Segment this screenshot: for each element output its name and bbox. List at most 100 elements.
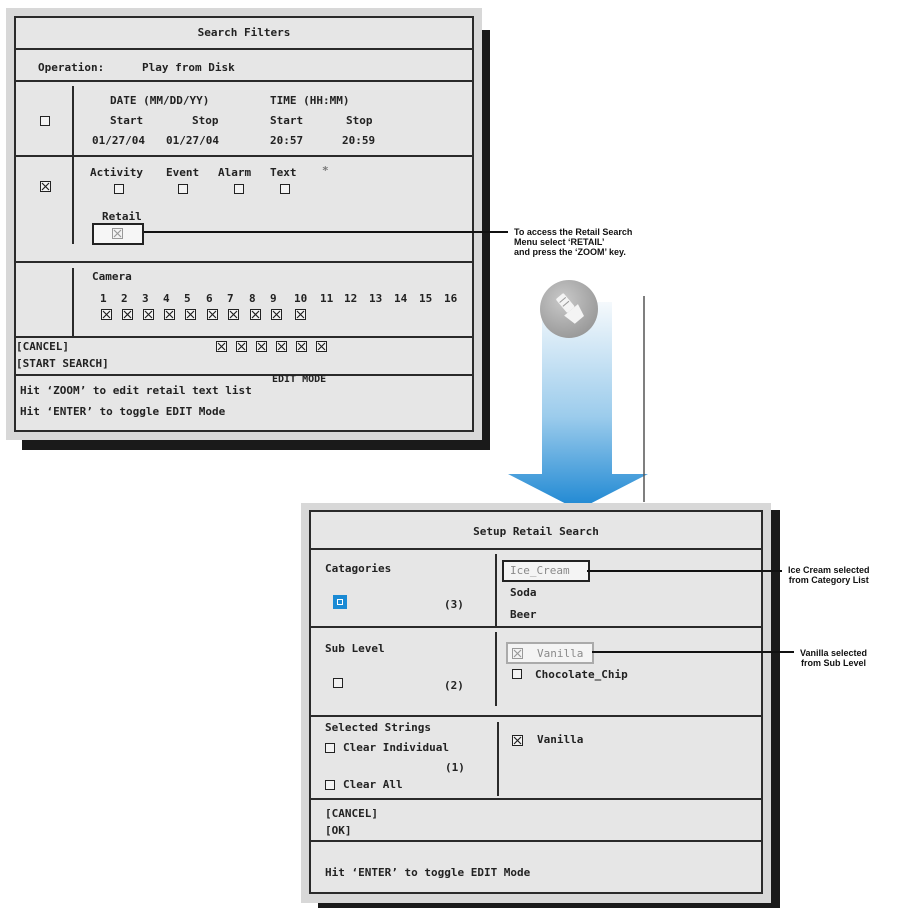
time-start-label: Start: [270, 114, 304, 127]
edit-mode-indicator: EDIT MODE: [272, 374, 327, 385]
camera-number: 4: [163, 292, 170, 305]
hint-enter: Hit ‘ENTER’ to toggle EDIT Mode: [325, 866, 531, 879]
categories-count: (3): [444, 598, 464, 611]
camera-checkbox[interactable]: [207, 309, 218, 320]
hint-zoom: Hit ‘ZOOM’ to edit retail text list: [20, 384, 252, 397]
camera-number: 15: [419, 292, 433, 305]
sublevel-vanilla-checkbox[interactable]: [512, 648, 523, 659]
camera-checkbox[interactable]: [295, 309, 306, 320]
camera-number: 5: [184, 292, 191, 305]
selected-strings-label: Selected Strings: [325, 721, 431, 734]
camera-checkbox[interactable]: [185, 309, 196, 320]
extra-checkbox[interactable]: [316, 341, 327, 352]
camera-checkbox[interactable]: [250, 309, 261, 320]
category-item[interactable]: Beer: [510, 608, 537, 621]
icecream-callout-line2: from Category List: [788, 575, 869, 585]
extra-checkbox[interactable]: [216, 341, 227, 352]
clear-all-label[interactable]: Clear All: [343, 778, 403, 791]
date-stop-label: Stop: [192, 114, 219, 127]
sublevel-item[interactable]: Chocolate_Chip: [535, 668, 628, 681]
cancel-button[interactable]: [CANCEL]: [16, 340, 69, 353]
camera-number: 6: [206, 292, 213, 305]
operation-value[interactable]: Play from Disk: [142, 61, 235, 74]
camera-number: 13: [369, 292, 383, 305]
category-item[interactable]: Soda: [510, 586, 537, 599]
icecream-callout-line1: Ice Cream selected: [788, 565, 870, 575]
retail-callout-line3: and press the ‘ZOOM’ key.: [514, 247, 626, 257]
extra-checkbox[interactable]: [276, 341, 287, 352]
clear-individual-checkbox[interactable]: [325, 743, 335, 753]
vanilla-callout-line1: Vanilla selected: [800, 648, 868, 658]
retail-label: Retail: [102, 210, 142, 223]
camera-checkbox[interactable]: [164, 309, 175, 320]
camera-number: 8: [249, 292, 256, 305]
page-title: Search Filters: [197, 26, 291, 39]
sublevel-count: (2): [444, 679, 464, 692]
camera-number: 7: [227, 292, 234, 305]
camera-number: 2: [121, 292, 128, 305]
extra-checkbox[interactable]: [296, 341, 307, 352]
sublevel-label: Sub Level: [325, 642, 385, 655]
selected-vanilla-checkbox[interactable]: [512, 735, 523, 746]
categories-edit-button[interactable]: [333, 595, 347, 609]
date-header: DATE (MM/DD/YY): [110, 94, 210, 107]
vanilla-callout-line: [592, 651, 794, 653]
date-stop-value[interactable]: 01/27/04: [166, 134, 219, 147]
retail-callout-line1: To access the Retail Search: [514, 227, 633, 237]
retail-callout-line: [144, 231, 508, 233]
camera-number: 11: [320, 292, 334, 305]
cancel-button[interactable]: [CANCEL]: [325, 807, 378, 820]
camera-number: 16: [444, 292, 458, 305]
camera-number: 3: [142, 292, 149, 305]
camera-number: 14: [394, 292, 408, 305]
time-header: TIME (HH:MM): [270, 94, 350, 107]
event-checkbox[interactable]: [178, 184, 188, 194]
camera-checkbox[interactable]: [122, 309, 133, 320]
retail-callout-line2: Menu select ‘RETAIL’: [514, 237, 605, 247]
operation-label: Operation:: [38, 61, 105, 74]
extra-checkbox[interactable]: [256, 341, 267, 352]
time-stop-value[interactable]: 20:59: [342, 134, 375, 147]
alarm-label: Alarm: [218, 166, 252, 179]
categories-label: Catagories: [325, 562, 392, 575]
alarm-checkbox[interactable]: [234, 184, 244, 194]
retail-callout-text: To access the Retail Search Menu select …: [514, 227, 632, 257]
event-filter-checkbox[interactable]: [40, 181, 51, 192]
activity-checkbox[interactable]: [114, 184, 124, 194]
camera-checkbox[interactable]: [271, 309, 282, 320]
start-search-button[interactable]: [START SEARCH]: [16, 357, 109, 370]
clear-all-checkbox[interactable]: [325, 780, 335, 790]
sublevel-item-selected[interactable]: Vanilla: [537, 647, 583, 660]
camera-checkbox[interactable]: [143, 309, 154, 320]
icecream-callout-line: [587, 570, 782, 572]
hint-enter: Hit ‘ENTER’ to toggle EDIT Mode: [20, 405, 226, 418]
extra-checkbox[interactable]: [236, 341, 247, 352]
sublevel-edit-checkbox[interactable]: [333, 678, 343, 688]
text-label: Text: [270, 166, 297, 179]
vanilla-callout-text: Vanilla selected from Sub Level: [800, 648, 867, 668]
selected-count: (1): [445, 761, 465, 774]
camera-label: Camera: [92, 270, 132, 283]
text-checkbox[interactable]: [280, 184, 290, 194]
activity-label: Activity: [90, 166, 143, 179]
camera-checkbox[interactable]: [101, 309, 112, 320]
time-start-value[interactable]: 20:57: [270, 134, 303, 147]
camera-checkbox[interactable]: [228, 309, 239, 320]
sublevel-chocolate-checkbox[interactable]: [512, 669, 522, 679]
event-label: Event: [166, 166, 200, 179]
date-start-value[interactable]: 01/27/04: [92, 134, 145, 147]
retail-checkbox[interactable]: [112, 228, 123, 239]
camera-number: 10: [294, 292, 308, 305]
zoom-button[interactable]: [540, 280, 598, 338]
setup-retail-title: Setup Retail Search: [473, 525, 599, 538]
ok-button[interactable]: [OK]: [325, 824, 352, 837]
vanilla-callout-line2: from Sub Level: [801, 658, 867, 668]
search-filters-panel: Search Filters Operation: Play from Disk…: [14, 16, 474, 432]
time-stop-label: Stop: [346, 114, 373, 127]
camera-number: 1: [100, 292, 107, 305]
selected-string-item[interactable]: Vanilla: [537, 733, 583, 746]
date-filter-checkbox[interactable]: [40, 116, 50, 126]
flashlight-icon: [556, 293, 585, 324]
category-item-selected[interactable]: Ice_Cream: [510, 564, 570, 577]
clear-individual-label[interactable]: Clear Individual: [343, 741, 449, 754]
